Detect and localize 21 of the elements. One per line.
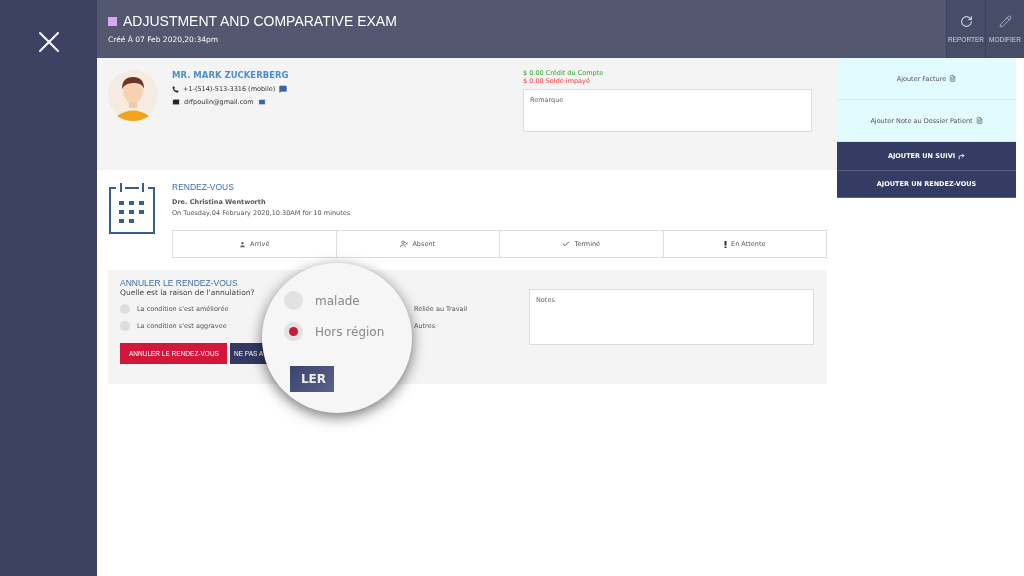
- cancel-heading: ANNULER LE RENDEZ-VOUS: [120, 278, 239, 288]
- category-swatch: [108, 16, 117, 26]
- magnified-button[interactable]: LER: [290, 366, 334, 392]
- reason-label: malade: [315, 293, 360, 308]
- pencil-icon: [998, 15, 1012, 28]
- radio-button[interactable]: [284, 322, 303, 341]
- message-icon[interactable]: [279, 85, 288, 93]
- patient-name: MR. MARK ZUCKERBERG: [172, 70, 290, 80]
- user-x-icon: [400, 240, 409, 248]
- section-heading: RENDEZ-VOUS: [172, 182, 235, 192]
- document-icon: [949, 75, 957, 82]
- check-icon: [562, 240, 571, 248]
- arrow-icon: [958, 152, 966, 160]
- exclamation-icon: [724, 240, 728, 248]
- calendar-icon: [108, 182, 156, 235]
- window-title: ADJUSTMENT AND COMPARATIVE EXAM: [123, 13, 397, 29]
- user-icon: [239, 240, 247, 248]
- document-icon: [975, 117, 983, 124]
- reason-label: Hors région: [315, 324, 385, 339]
- phone-icon: [172, 85, 179, 93]
- refresh-icon: [959, 15, 973, 28]
